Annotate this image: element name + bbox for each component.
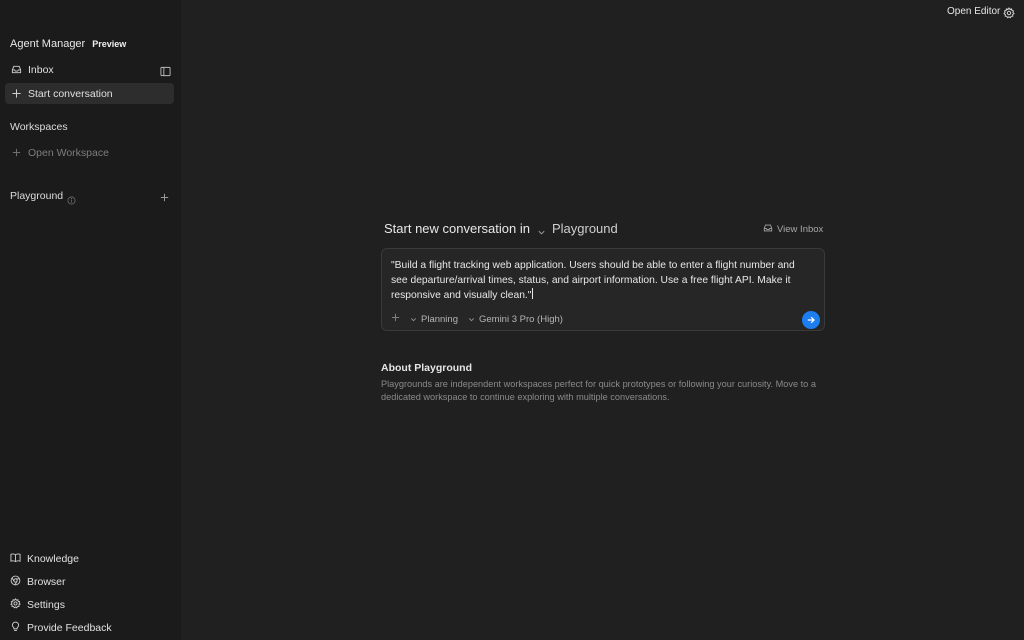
sidebar-item-playground[interactable]: Playground [10,189,170,204]
inbox-icon [11,64,22,75]
text-caret [532,288,534,299]
book-icon [10,552,21,566]
chevron-down-icon [411,317,416,321]
sidebar-item-label: Provide Feedback [27,622,112,634]
lightbulb-icon [10,621,21,635]
sidebar-item-label: Start conversation [28,87,113,100]
brand: Agent Manager Preview [10,38,126,50]
model-dropdown[interactable]: Gemini 3 Pro (High) [468,314,563,325]
mode-label: Planning [421,313,458,325]
sidebar-item-label: Knowledge [27,553,79,565]
about-playground-title: About Playground [381,362,472,374]
info-icon[interactable] [67,192,76,204]
sidebar-item-label: Browser [27,576,66,588]
playground-heading: Playground [10,190,64,202]
toggle-sidebar-icon[interactable] [160,64,171,77]
workspaces-heading: Workspaces [10,121,68,133]
composer-toolbar: Planning Gemini 3 Pro (High) [391,313,563,325]
sidebar-item-label: Inbox [28,63,54,76]
sidebar: Agent Manager Preview Inbox Start conver… [0,0,181,640]
browser-icon [10,575,21,589]
mode-dropdown[interactable]: Planning [410,314,458,325]
chevron-down-icon [468,317,474,321]
gear-icon [10,598,21,612]
prompt-input[interactable]: "Build a flight tracking web application… [391,258,811,303]
plus-icon [11,88,22,99]
add-playground-icon[interactable] [159,190,170,202]
gear-icon[interactable] [1003,6,1015,19]
sidebar-item-inbox[interactable]: Inbox [5,59,174,80]
model-label: Gemini 3 Pro (High) [478,313,563,325]
heading-text: Start new conversation in [384,221,530,236]
plus-icon [11,147,22,158]
attach-plus-icon[interactable] [391,313,400,325]
sidebar-item-start-conversation[interactable]: Start conversation [5,83,174,104]
sidebar-item-feedback[interactable]: Provide Feedback [10,621,112,635]
prompt-text: "Build a flight tracking web application… [391,260,795,301]
start-conversation-heading: Start new conversation in Playground [384,221,618,236]
arrow-right-icon [807,316,815,324]
about-playground-text: Playgrounds are independent workspaces p… [381,379,816,402]
sidebar-item-settings[interactable]: Settings [10,598,65,612]
prompt-composer[interactable]: "Build a flight tracking web application… [381,248,825,331]
sidebar-item-label: Open Workspace [28,146,109,159]
sidebar-item-open-workspace[interactable]: Open Workspace [5,142,174,163]
sidebar-item-knowledge[interactable]: Knowledge [10,552,79,566]
sidebar-item-browser[interactable]: Browser [10,575,66,589]
preview-badge: Preview [92,39,127,49]
send-button[interactable] [802,311,820,329]
agent-manager-window: Agent Manager Preview Inbox Start conver… [0,0,1024,640]
workspace-selector[interactable]: Playground [552,221,618,236]
sidebar-item-label: Settings [27,599,65,611]
inbox-icon [763,223,773,236]
view-inbox-button[interactable]: View Inbox [763,223,823,236]
chevron-down-icon[interactable] [537,224,546,235]
app-title: Agent Manager [10,38,86,50]
open-editor-button[interactable]: Open Editor [947,6,1000,17]
view-inbox-label: View Inbox [777,224,824,235]
